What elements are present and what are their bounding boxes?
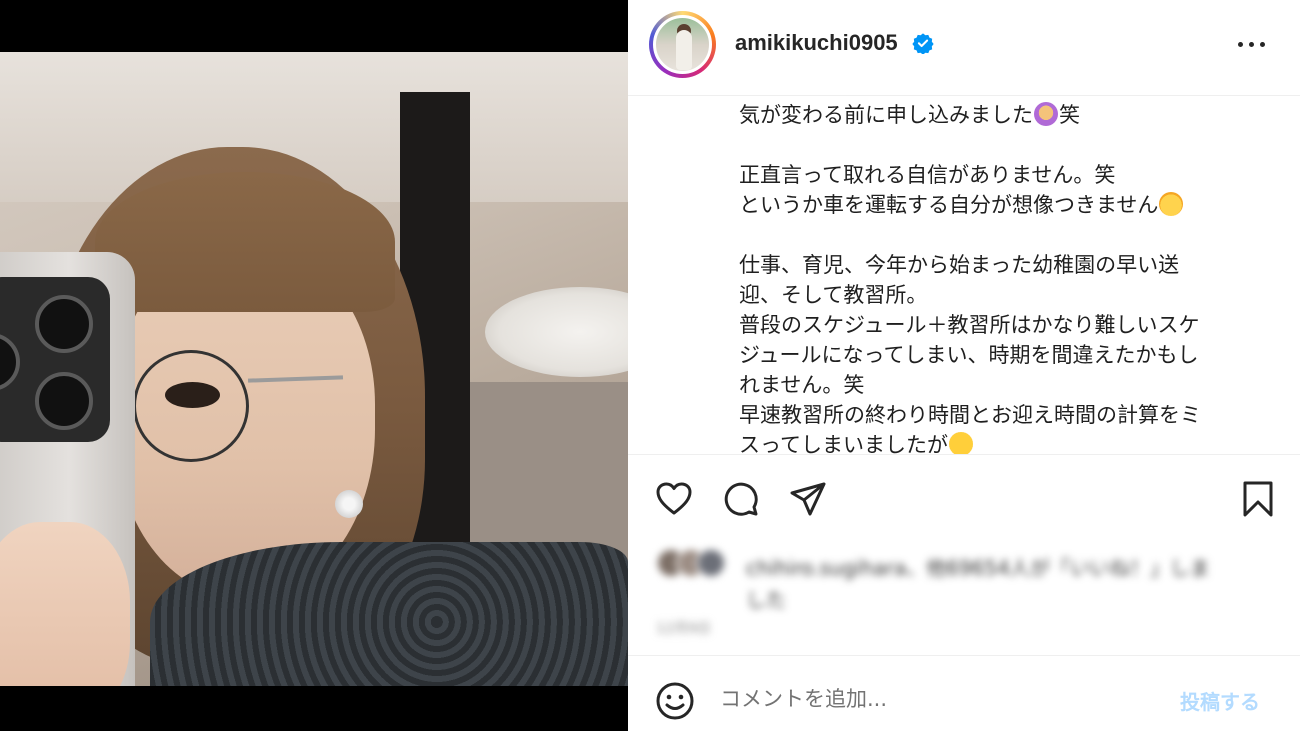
caption-line: ジュールになってしまい、時期を間違えたかもし [739, 340, 1279, 370]
caption-line: 普段のスケジュール＋教習所はかなり難しいスケ [739, 310, 1279, 340]
verified-badge-icon [912, 33, 934, 54]
caption-line: 迎、そして教習所。 [739, 280, 1279, 310]
caption-line-text: というか車を運転する自分が想像つきません [739, 193, 1159, 217]
username[interactable]: amikikuchi0905 [735, 30, 898, 56]
caption-line: れません。笑 [739, 370, 1279, 400]
post-photo[interactable] [0, 52, 628, 686]
comment-bar: 投稿する [628, 655, 1300, 731]
caption-line-text: スってしまいましたが [739, 433, 948, 454]
caption-line-text: 迎、そして教習所。 [739, 283, 928, 307]
caption-line-text: ジュールになってしまい、時期を間違えたかもし [739, 343, 1199, 367]
caption-gap [739, 130, 1279, 160]
post-header: amikikuchi0905 [628, 0, 1300, 96]
caption-line: 仕事、育児、今年から始まった幼稚園の早い送 [739, 250, 1279, 280]
photo-earring [335, 490, 363, 518]
avatar-image [653, 15, 712, 74]
post-date[interactable]: 12月9日 [656, 618, 711, 638]
likes-text[interactable]: chihiro.sugihara、他69654人が「いいね！」しま [746, 552, 1210, 581]
likes-blurred: chihiro.sugihara、他69654人が「いいね！」しま した 12月… [656, 544, 1276, 644]
paper-plane-icon[interactable] [788, 479, 828, 519]
likes-text-cont: した [746, 588, 786, 612]
smiley-icon[interactable] [655, 681, 695, 721]
post-comment-button[interactable]: 投稿する [1180, 686, 1260, 715]
caption-gap [739, 220, 1279, 250]
caption-line-text: 仕事、育児、今年から始まった幼稚園の早い送 [739, 253, 1180, 277]
post-caption: 気が変わる前に申し込みました 笑正直言って取れる自信がありません。笑というか車を運… [628, 96, 1300, 454]
post-panel: amikikuchi0905 気が変わる前に申し込みました 笑正直言って取れる自信… [628, 0, 1300, 731]
caption-line-suffix: 笑 [1059, 103, 1080, 127]
heart-icon[interactable] [654, 479, 694, 519]
action-bar [628, 454, 1300, 530]
person-gesturing-no-icon [1034, 102, 1058, 126]
more-horizontal-icon[interactable] [1238, 34, 1268, 54]
comment-icon[interactable] [721, 479, 761, 519]
avatar[interactable] [649, 11, 716, 78]
bookmark-icon[interactable] [1238, 479, 1278, 519]
photo-glasses [133, 350, 249, 462]
photo-lamp [485, 287, 628, 377]
caption-line: 気が変わる前に申し込みました 笑 [739, 100, 1279, 130]
caption-text: 気が変わる前に申し込みました 笑正直言って取れる自信がありません。笑というか車を運… [739, 100, 1279, 454]
comment-input[interactable] [720, 682, 1150, 716]
photo-clothes [150, 542, 628, 686]
caption-line-text: 正直言って取れる自信がありません。笑 [739, 163, 1116, 187]
caption-line: スってしまいましたが [739, 430, 1279, 454]
caption-line: 正直言って取れる自信がありません。笑 [739, 160, 1279, 190]
caption-line-text: 気が変わる前に申し込みました [739, 103, 1033, 127]
photo-hand [0, 522, 130, 686]
caption-line-text: 普段のスケジュール＋教習所はかなり難しいスケ [739, 313, 1200, 337]
caption-line: というか車を運転する自分が想像つきません [739, 190, 1279, 220]
exploding-head-icon [1159, 192, 1184, 216]
liker-avatars[interactable] [656, 548, 736, 582]
caption-line-text: れません。笑 [739, 373, 865, 397]
face-with-tears-of-joy-icon [948, 432, 973, 454]
photo-bangs [95, 172, 395, 312]
likes-section: chihiro.sugihara、他69654人が「いいね！」しま した 12月… [628, 530, 1300, 655]
photo-phone-camera [0, 277, 110, 442]
caption-line: 早速教習所の終わり時間とお迎え時間の計算をミ [739, 400, 1279, 430]
post-media [0, 0, 628, 731]
caption-line-text: 早速教習所の終わり時間とお迎え時間の計算をミ [739, 403, 1201, 427]
